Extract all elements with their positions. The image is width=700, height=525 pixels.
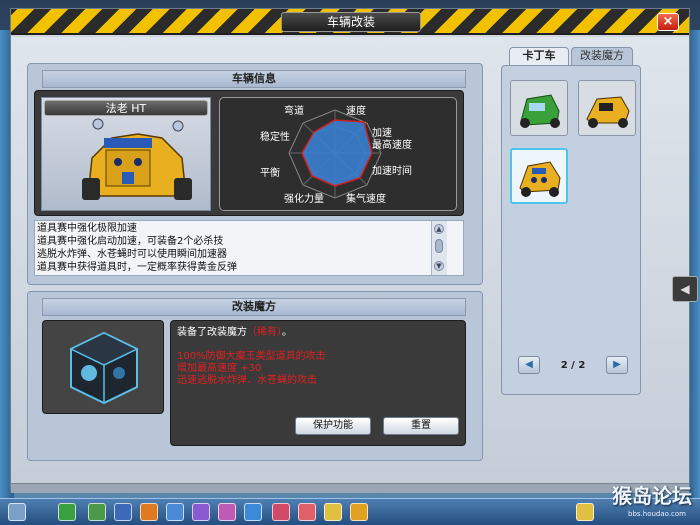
page-separator: / bbox=[571, 360, 575, 371]
equipped-rarity: （稀有） bbox=[247, 327, 282, 338]
reset-button[interactable]: 重置 bbox=[383, 417, 459, 435]
side-collapse-button[interactable]: ◀ bbox=[672, 276, 698, 302]
gift-icon[interactable] bbox=[192, 503, 210, 521]
home-icon[interactable] bbox=[114, 503, 132, 521]
description-line: 道具赛中强化极限加速 bbox=[37, 223, 137, 234]
vehicle-mod-window: 车辆改装 × 车辆信息 法老 HT 弯道 速度 加速 最高速度 稳定性 加速时间… bbox=[10, 8, 690, 493]
tab-kart[interactable]: 卡丁车 bbox=[509, 47, 569, 65]
radar-label-top-speed: 最高速度 bbox=[372, 140, 412, 151]
next-page-button[interactable]: ▶ bbox=[606, 356, 628, 374]
mod-magic-header: 改装魔方 bbox=[42, 298, 466, 316]
radar-label-speed: 速度 bbox=[346, 106, 366, 117]
mod-cube-icon bbox=[69, 331, 139, 405]
protect-function-button[interactable]: 保护功能 bbox=[295, 417, 371, 435]
radar-label-stability: 稳定性 bbox=[260, 132, 290, 143]
mod-cube-preview bbox=[42, 320, 164, 414]
mod-magic-panel: 改装魔方 装备了改装魔方（稀有）。 100%防御大魔王类型道具的攻击 增加最高速… bbox=[27, 291, 483, 461]
mail-icon[interactable] bbox=[272, 503, 290, 521]
green-kart-icon bbox=[520, 94, 560, 128]
arrow-right-icon: ▶ bbox=[613, 359, 621, 370]
page-current: 2 bbox=[560, 360, 568, 371]
radar-label-curve: 弯道 bbox=[284, 106, 304, 117]
scroll-thumb[interactable] bbox=[435, 239, 443, 253]
event-icon[interactable] bbox=[350, 503, 368, 521]
chat-icon[interactable] bbox=[244, 503, 262, 521]
radar-label-accel-time: 加速时间 bbox=[372, 166, 412, 177]
description-line: 道具赛中强化启动加速，可装备2个必杀技 bbox=[37, 236, 224, 247]
back-icon[interactable] bbox=[58, 503, 76, 521]
shop-icon[interactable] bbox=[88, 503, 106, 521]
page-indicator: 2 / 2 bbox=[548, 360, 598, 371]
car-preview: 法老 HT bbox=[41, 97, 211, 211]
scroll-up-icon[interactable]: ▲ bbox=[434, 224, 444, 234]
stats-radar: 弯道 速度 加速 最高速度 稳定性 加速时间 平衡 强化力量 集气速度 bbox=[219, 97, 457, 211]
car-name-plate: 法老 HT bbox=[44, 100, 208, 116]
car-description: 道具赛中强化极限加速 道具赛中强化启动加速，可装备2个必杀技 逃脱水炸弹、水苍蝇… bbox=[34, 220, 464, 276]
description-line: 道具赛中获得道具时，一定概率获得黄金反弹 bbox=[37, 262, 237, 273]
equipped-suffix: 。 bbox=[282, 327, 292, 338]
watermark-url: bbs.houdao.com bbox=[628, 510, 686, 518]
pharaoh-kart-icon bbox=[519, 161, 561, 197]
effect-line: 迅速逃脱水炸弹、水苍蝇的攻击 bbox=[177, 375, 317, 386]
radar-label-nitro-speed: 集气速度 bbox=[346, 194, 386, 205]
kart-thumb[interactable] bbox=[578, 80, 636, 136]
window-body: 车辆信息 法老 HT 弯道 速度 加速 最高速度 稳定性 加速时间 平衡 强化力… bbox=[11, 37, 689, 483]
title-bar: 车辆改装 × bbox=[11, 9, 689, 35]
effect-line: 100%防御大魔王类型道具的攻击 bbox=[177, 351, 326, 362]
mod-info-box: 装备了改装魔方（稀有）。 100%防御大魔王类型道具的攻击 增加最高速度 +30… bbox=[170, 320, 466, 446]
effect-line: 增加最高速度 +30 bbox=[177, 363, 262, 374]
scroll-down-icon[interactable]: ▼ bbox=[434, 261, 444, 271]
kart-list-panel: ◀ 2 / 2 ▶ bbox=[501, 65, 641, 395]
vehicle-info-header: 车辆信息 bbox=[42, 70, 466, 88]
tab-mod-magic[interactable]: 改装魔方 bbox=[571, 47, 633, 65]
tools-icon[interactable] bbox=[140, 503, 158, 521]
radar-label-boost-power: 强化力量 bbox=[284, 194, 324, 205]
window-bottom-bar bbox=[11, 483, 689, 493]
description-line: 逃脱水炸弹、水苍蝇时可以使用瞬间加速器 bbox=[37, 249, 227, 260]
description-scrollbar[interactable]: ▲ ▼ bbox=[431, 221, 447, 275]
menu-icon[interactable] bbox=[8, 503, 26, 521]
kart-thumb-selected[interactable] bbox=[510, 148, 568, 204]
window-title: 车辆改装 bbox=[281, 12, 421, 32]
watermark-logo: 猴岛论坛 bbox=[612, 484, 692, 508]
car-image bbox=[82, 118, 192, 200]
close-button[interactable]: × bbox=[657, 13, 679, 31]
prev-page-button[interactable]: ◀ bbox=[518, 356, 540, 374]
vehicle-display: 法老 HT 弯道 速度 加速 最高速度 稳定性 加速时间 平衡 强化力量 集气速… bbox=[34, 90, 464, 216]
friends-icon[interactable] bbox=[298, 503, 316, 521]
game-toolbar bbox=[0, 498, 700, 525]
equipped-prefix: 装备了改装魔方 bbox=[177, 327, 247, 338]
radar-label-balance: 平衡 bbox=[260, 168, 280, 179]
equipped-line: 装备了改装魔方（稀有）。 bbox=[177, 327, 292, 339]
chevron-left-icon: ◀ bbox=[680, 282, 690, 296]
settings-icon[interactable] bbox=[576, 503, 594, 521]
arrow-left-icon: ◀ bbox=[525, 359, 533, 370]
vehicle-info-panel: 车辆信息 法老 HT 弯道 速度 加速 最高速度 稳定性 加速时间 平衡 强化力… bbox=[27, 63, 483, 285]
quest-icon[interactable] bbox=[324, 503, 342, 521]
kart-thumb[interactable] bbox=[510, 80, 568, 136]
garage-icon[interactable] bbox=[166, 503, 184, 521]
team-icon[interactable] bbox=[218, 503, 236, 521]
page-total: 2 bbox=[578, 360, 586, 371]
yellow-kart-icon bbox=[586, 96, 630, 128]
